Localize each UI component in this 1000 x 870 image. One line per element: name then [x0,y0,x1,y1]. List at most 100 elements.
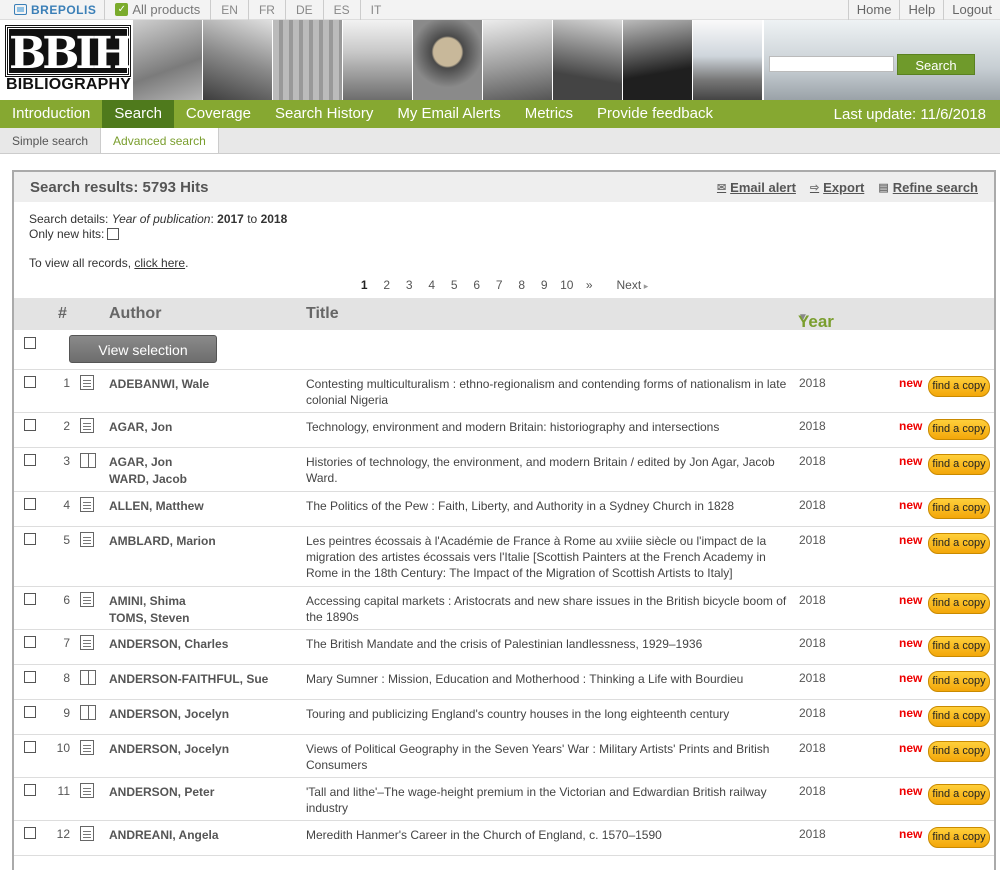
quick-search-input[interactable] [769,56,894,72]
row-checkbox[interactable] [24,533,36,545]
author-link[interactable]: ANDERSON, Charles [109,636,228,653]
row-checkbox[interactable] [24,636,36,648]
lang-it[interactable]: IT [361,0,392,20]
nav-email-alerts[interactable]: My Email Alerts [385,100,512,128]
row-checkbox[interactable] [24,706,36,718]
row-checkbox[interactable] [24,454,36,466]
home-link[interactable]: Home [847,0,900,20]
author-link[interactable]: TOMS, Steven [109,610,189,627]
row-title-link[interactable]: Meredith Hanmer's Career in the Church o… [306,827,796,843]
nav-search-history[interactable]: Search History [263,100,385,128]
search-details-label: Search details: [29,212,109,226]
author-link[interactable]: AMBLARD, Marion [109,533,216,550]
pager-page[interactable]: 3 [398,278,421,292]
nav-metrics[interactable]: Metrics [513,100,585,128]
author-link[interactable]: ANDERSON, Jocelyn [109,741,229,758]
article-icon [80,375,94,390]
pager-page[interactable]: 6 [466,278,489,292]
pager-page[interactable]: 10 [556,278,579,292]
find-a-copy-button[interactable]: find a copy [928,741,990,762]
select-all-checkbox[interactable] [24,337,36,349]
row-title-link[interactable]: The British Mandate and the crisis of Pa… [306,636,796,652]
view-all-link[interactable]: click here [134,256,185,270]
lang-de[interactable]: DE [286,0,324,20]
row-title-link[interactable]: The Politics of the Pew : Faith, Liberty… [306,498,796,514]
find-a-copy-button[interactable]: find a copy [928,533,990,554]
help-link[interactable]: Help [899,0,943,20]
export-link[interactable]: ⇨ Export [810,180,864,195]
author-link[interactable]: ANDERSON-FAITHFUL, Sue [109,671,268,688]
bbih-logo[interactable]: BBIH [5,25,134,79]
nav-introduction[interactable]: Introduction [0,100,102,128]
logout-link[interactable]: Logout [943,0,1000,20]
find-a-copy-button[interactable]: find a copy [928,498,990,519]
nav-coverage[interactable]: Coverage [174,100,263,128]
find-a-copy-button[interactable]: find a copy [928,827,990,848]
only-new-hits-checkbox[interactable] [107,228,120,240]
header-photo [132,20,202,100]
brepolis-logo[interactable]: BREPOLIS [0,0,106,20]
row-checkbox[interactable] [24,376,36,388]
author-link[interactable]: AGAR, Jon [109,419,172,436]
row-title-link[interactable]: Technology, environment and modern Brita… [306,419,796,435]
author-link[interactable]: WARD, Jacob [109,471,187,488]
find-a-copy-button[interactable]: find a copy [928,671,990,692]
pager-page[interactable]: 4 [421,278,444,292]
lang-en[interactable]: EN [211,0,249,20]
row-title-link[interactable]: 'Tall and lithe'–The wage-height premium… [306,784,796,816]
row-checkbox[interactable] [24,827,36,839]
all-products-link[interactable]: ✓ All products [105,0,212,20]
find-a-copy-button[interactable]: find a copy [928,706,990,727]
author-link[interactable]: ALLEN, Matthew [109,498,204,515]
row-checkbox[interactable] [24,498,36,510]
refine-search-link[interactable]: ▤ Refine search [878,180,978,195]
brepolis-icon [14,4,27,15]
pager-skip[interactable]: » [578,278,601,292]
find-a-copy-button[interactable]: find a copy [928,454,990,475]
nav-search[interactable]: Search [102,100,174,128]
author-link[interactable]: ADEBANWI, Wale [109,376,209,393]
tab-advanced-search[interactable]: Advanced search [101,128,219,153]
find-a-copy-button[interactable]: find a copy [928,419,990,440]
row-checkbox[interactable] [24,593,36,605]
author-link[interactable]: ANDERSON, Peter [109,784,214,801]
email-alert-link[interactable]: ✉ Email alert [717,180,796,195]
tab-simple-search[interactable]: Simple search [0,128,102,153]
pager-page[interactable]: 1 [353,278,376,292]
row-title-link[interactable]: Les peintres écossais à l'Académie de Fr… [306,533,796,581]
lang-fr[interactable]: FR [249,0,286,20]
find-a-copy-button[interactable]: find a copy [928,784,990,805]
row-checkbox[interactable] [24,419,36,431]
row-checkbox[interactable] [24,741,36,753]
pagination: 1 2 3 4 5 6 7 8 9 10» Next ▸ [353,278,648,292]
find-a-copy-button[interactable]: find a copy [928,376,990,397]
pager-page[interactable]: 2 [376,278,399,292]
col-title[interactable]: Title [306,305,339,323]
pager-page[interactable]: 5 [443,278,466,292]
row-title-link[interactable]: Accessing capital markets : Aristocrats … [306,593,796,625]
pager-next[interactable]: Next ▸ [617,278,649,292]
author-link[interactable]: AMINI, Shima [109,593,189,610]
find-a-copy-button[interactable]: find a copy [928,593,990,614]
author-link[interactable]: AGAR, Jon [109,454,187,471]
author-link[interactable]: ANDERSON, Jocelyn [109,706,229,723]
find-a-copy-button[interactable]: find a copy [928,636,990,657]
row-checkbox[interactable] [24,671,36,683]
quick-search-button[interactable]: Search [897,54,975,75]
row-title-link[interactable]: Views of Political Geography in the Seve… [306,741,796,773]
row-checkbox[interactable] [24,784,36,796]
lang-es[interactable]: ES [324,0,361,20]
view-selection-button[interactable]: View selection [69,335,217,363]
pager-page[interactable]: 7 [488,278,511,292]
row-authors: ANDERSON, Charles [109,636,228,653]
nav-feedback[interactable]: Provide feedback [585,100,725,128]
row-title-link[interactable]: Histories of technology, the environment… [306,454,796,486]
pager-page[interactable]: 8 [511,278,534,292]
row-title-link[interactable]: Contesting multiculturalism : ethno-regi… [306,376,796,408]
row-title-link[interactable]: Touring and publicizing England's countr… [306,706,796,722]
pager-page[interactable]: 9 [533,278,556,292]
row-title-link[interactable]: Mary Sumner : Mission, Education and Mot… [306,671,796,687]
col-author[interactable]: Author [109,305,161,323]
author-link[interactable]: ANDREANI, Angela [109,827,219,844]
row-authors: AMBLARD, Marion [109,533,216,550]
